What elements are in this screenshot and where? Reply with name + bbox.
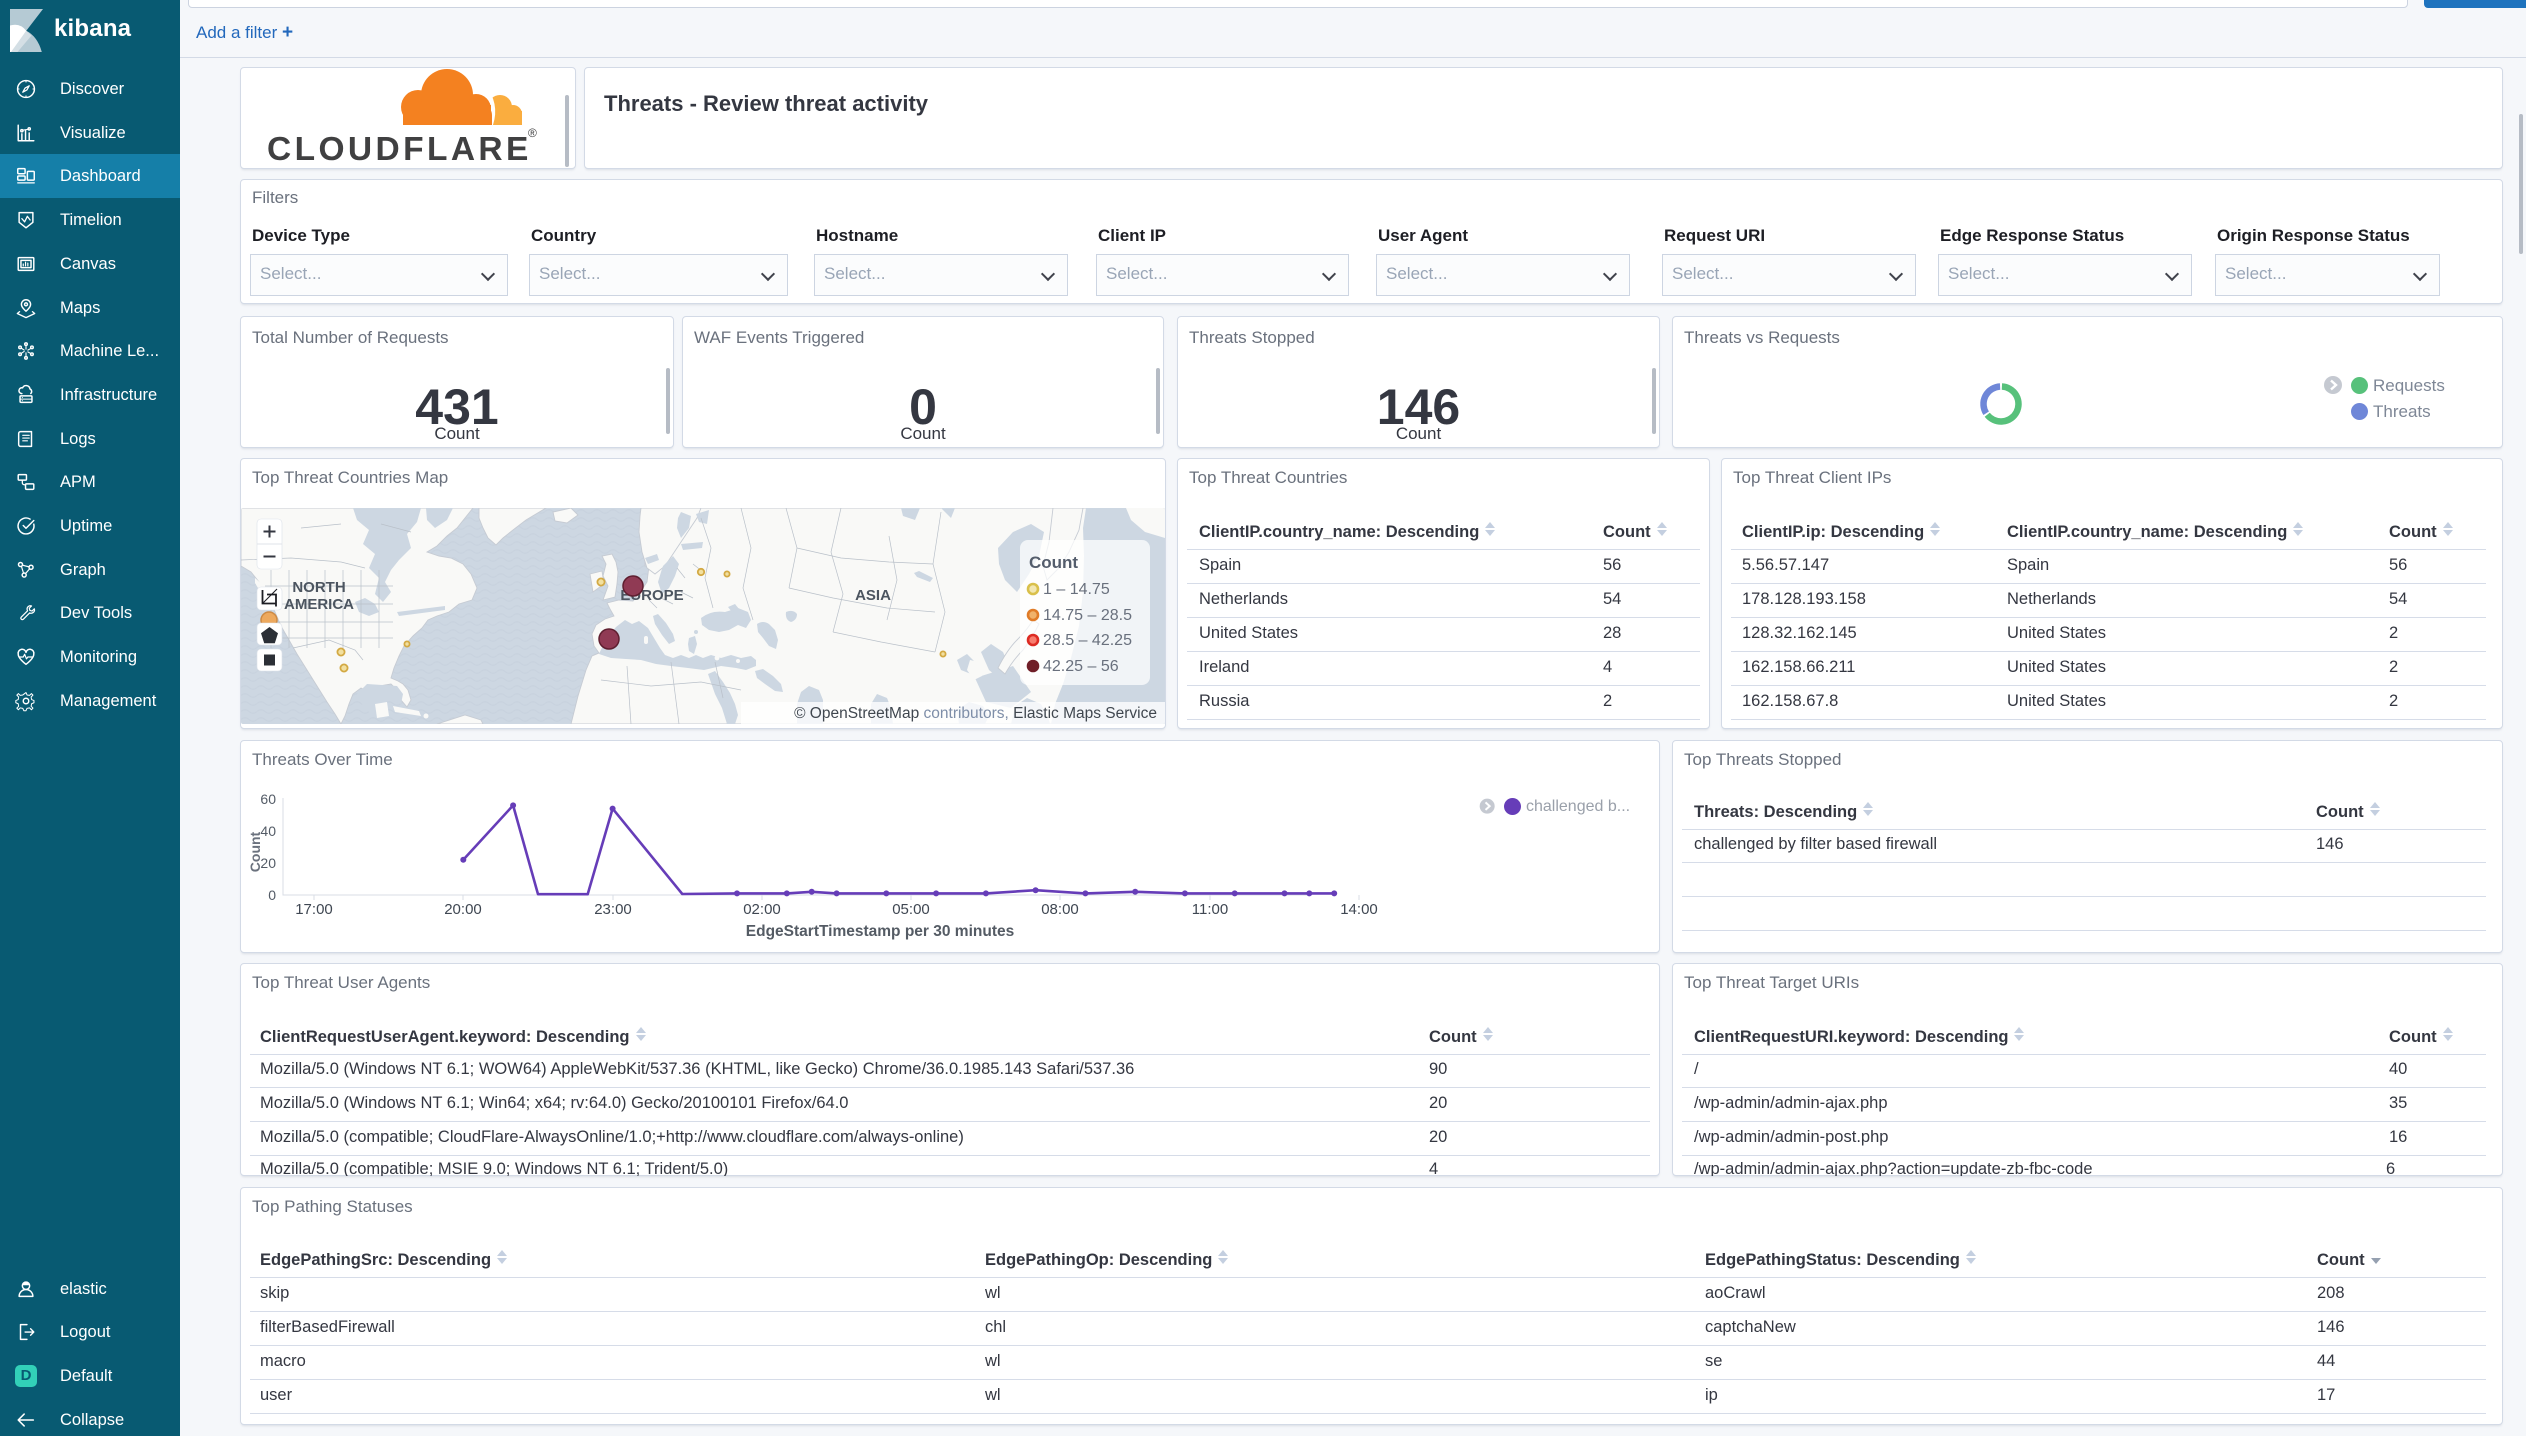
- svg-text:02:00: 02:00: [743, 901, 781, 918]
- svg-text:© OpenStreetMap contributors,: © OpenStreetMap contributors, Elastic Ma…: [794, 705, 1157, 722]
- svg-text:14.75 – 28.5: 14.75 – 28.5: [1043, 607, 1132, 624]
- svg-text:0: 0: [268, 887, 276, 903]
- svg-text:Count: Count: [1029, 553, 1078, 572]
- svg-text:14:00: 14:00: [1340, 901, 1378, 918]
- svg-text:NORTH: NORTH: [292, 579, 345, 596]
- svg-text:28.5 – 42.25: 28.5 – 42.25: [1043, 632, 1132, 649]
- svg-text:ASIA: ASIA: [855, 587, 891, 604]
- svg-text:Count: Count: [247, 831, 263, 872]
- svg-text:42.25 – 56: 42.25 – 56: [1043, 658, 1119, 675]
- svg-text:AMERICA: AMERICA: [284, 596, 354, 613]
- svg-text:1 – 14.75: 1 – 14.75: [1043, 581, 1110, 598]
- svg-text:20:00: 20:00: [444, 901, 482, 918]
- svg-text:17:00: 17:00: [295, 901, 333, 918]
- svg-text:11:00: 11:00: [1192, 901, 1228, 918]
- svg-text:08:00: 08:00: [1041, 901, 1079, 918]
- svg-text:05:00: 05:00: [892, 901, 930, 918]
- svg-text:60: 60: [260, 791, 276, 807]
- svg-text:CLOUDFLARE: CLOUDFLARE: [267, 131, 532, 168]
- svg-text:®: ®: [528, 126, 537, 140]
- svg-text:EdgeStartTimestamp per 30 minu: EdgeStartTimestamp per 30 minutes: [746, 923, 1014, 940]
- svg-text:23:00: 23:00: [594, 901, 632, 918]
